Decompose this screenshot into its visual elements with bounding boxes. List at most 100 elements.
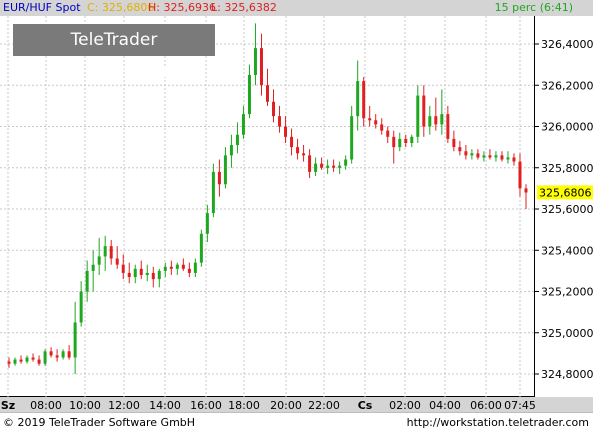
y-tick-label: 325,2000: [541, 286, 593, 299]
candle-body: [308, 155, 312, 172]
candle-body: [181, 264, 185, 269]
candle-body: [103, 246, 107, 257]
candle-body: [217, 171, 221, 185]
x-tick-label: 20:00: [270, 399, 302, 412]
candle-body: [247, 74, 251, 115]
candle-body: [518, 161, 522, 189]
candle-body: [25, 357, 29, 362]
candle-body: [428, 116, 432, 127]
candle-body: [398, 138, 402, 148]
candle-body: [512, 157, 516, 162]
candle-body: [464, 151, 468, 156]
candle-body: [31, 357, 35, 360]
candle-body: [133, 268, 137, 278]
x-tick-label: 04:00: [429, 399, 461, 412]
candle-body: [488, 155, 492, 158]
x-tick-label: Sz: [1, 399, 15, 412]
candle-body: [73, 322, 77, 358]
interval-label: 15 perc (6:41): [494, 1, 573, 14]
candle-body: [13, 359, 17, 364]
candle-body: [290, 136, 294, 148]
candle-body: [253, 48, 257, 75]
candle-body: [43, 351, 47, 364]
candle-body: [416, 95, 420, 137]
candle-body: [506, 157, 510, 160]
x-tick-label: 07:45: [504, 399, 536, 412]
candle-body: [302, 153, 306, 156]
candle-body: [422, 95, 426, 127]
high-value: H: 325,6936: [148, 1, 216, 14]
candle-body: [326, 165, 330, 168]
candle-body: [7, 361, 11, 364]
candle-body: [115, 258, 119, 265]
candle-body: [55, 355, 59, 358]
x-tick-label: 06:00: [470, 399, 502, 412]
x-tick-label: 10:00: [69, 399, 101, 412]
symbol-label: EUR/HUF Spot: [3, 1, 81, 14]
candle-body: [332, 165, 336, 168]
y-tick-label: 325,6000: [541, 203, 593, 216]
candle-body: [175, 264, 179, 269]
chart-header: EUR/HUF Spot C: 325,6806 H: 325,6936 L: …: [0, 0, 593, 16]
candle-body: [380, 124, 384, 131]
candle-body: [284, 126, 288, 137]
time-axis: Sz 08:00 10:00 12:00 14:00 16:00 18:00 20:00 22:…: [0, 397, 593, 412]
y-tick-label: 324,8000: [541, 368, 593, 381]
logo-product: WorkStation: [54, 62, 174, 82]
candle-body: [296, 147, 300, 154]
candle-body: [205, 213, 209, 234]
candle-body: [259, 48, 263, 86]
candle-body: [482, 155, 486, 158]
price-axis: 324,8000 325,0000 325,2000 325,4000 325,6000…: [535, 16, 593, 397]
candle-body: [470, 153, 474, 156]
footer-url[interactable]: http://workstation.teletrader.com: [407, 413, 589, 432]
candle-body: [404, 138, 408, 143]
candle-body: [157, 270, 161, 280]
candle-body: [524, 188, 528, 193]
candle-body: [145, 272, 149, 275]
candle-body: [356, 81, 360, 117]
candle-body: [320, 163, 324, 168]
x-tick-label: 02:00: [389, 399, 421, 412]
teletrader-logo: TeleTrader WorkStation: [13, 24, 215, 82]
x-tick-label: 12:00: [108, 399, 140, 412]
candle-body: [187, 268, 191, 273]
candle-body: [241, 114, 245, 135]
candle-body: [211, 171, 215, 214]
candle-body: [338, 165, 342, 168]
candle-body: [97, 256, 101, 265]
candle-body: [127, 272, 131, 278]
candle-body: [121, 264, 125, 273]
y-tick-label: 325,4000: [541, 244, 593, 257]
candle-body: [79, 291, 83, 323]
candle-body: [67, 351, 71, 358]
candle-body: [37, 359, 41, 364]
candle-body: [494, 155, 498, 158]
candle-body: [235, 134, 239, 146]
x-tick-label: 08:00: [30, 399, 62, 412]
candle-body: [229, 145, 233, 156]
x-tick-label: 16:00: [190, 399, 222, 412]
x-tick-label: 18:00: [228, 399, 260, 412]
candle-body: [362, 81, 366, 119]
candle-body: [139, 268, 143, 275]
candle-body: [476, 153, 480, 158]
candle-body: [85, 270, 89, 292]
candle-body: [446, 114, 450, 139]
candle-body: [151, 272, 155, 280]
y-tick-label: 326,0000: [541, 121, 593, 134]
candle-body: [344, 159, 348, 166]
candle-body: [223, 155, 227, 185]
candle-body: [19, 359, 23, 362]
candle-body: [500, 155, 504, 160]
candle-body: [458, 147, 462, 152]
candle-body: [434, 116, 438, 125]
footer: © 2019 TeleTrader Software GmbH http://w…: [0, 412, 593, 431]
candle-body: [278, 116, 282, 127]
x-tick-label: 14:00: [149, 399, 181, 412]
candle-body: [440, 114, 444, 125]
candle-body: [199, 233, 203, 263]
candle-body: [61, 351, 65, 358]
y-tick-label: 326,2000: [541, 79, 593, 92]
candle-body: [163, 266, 167, 271]
